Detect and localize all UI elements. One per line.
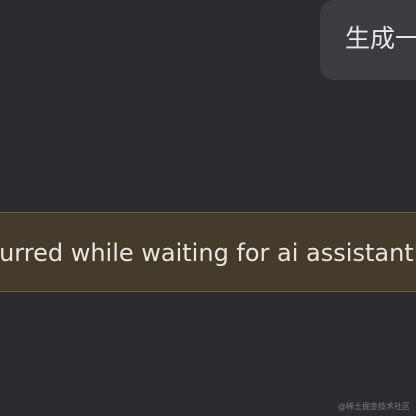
watermark: @稀土掘金技术社区 bbox=[338, 402, 410, 411]
error-banner: occurred while waiting for ai assistant" bbox=[0, 212, 416, 292]
error-message-text: occurred while waiting for ai assistant" bbox=[0, 239, 416, 267]
user-message-text: 生成一 bbox=[345, 24, 416, 53]
user-message-bubble: 生成一 bbox=[320, 0, 416, 80]
chat-area: 生成一 occurred while waiting for ai assist… bbox=[0, 0, 416, 416]
